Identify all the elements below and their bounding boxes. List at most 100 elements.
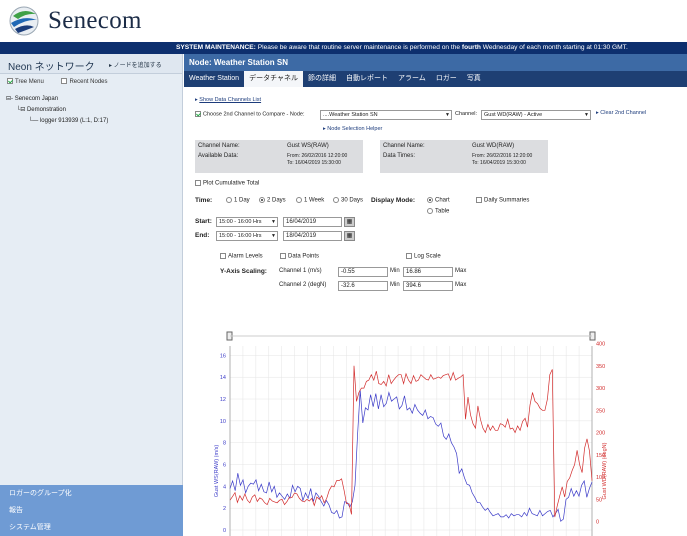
y-left-tick-label: 10 xyxy=(220,419,226,425)
log-scale-checkbox[interactable] xyxy=(406,253,412,259)
recent-nodes-option[interactable]: Recent Nodes xyxy=(61,78,115,85)
y-left-axis-label: Gust WS(RAW) (m/s) xyxy=(214,445,220,498)
footer-item-reports[interactable]: 報告 xyxy=(0,502,183,519)
compare-node-value: ....Weather Station SN xyxy=(323,112,378,118)
y-left-tick-label: 8 xyxy=(223,441,226,447)
daily-summaries-row[interactable]: Daily Summaries xyxy=(476,197,529,204)
clear-2nd-channel-text: Clear 2nd Channel xyxy=(600,110,647,116)
maintenance-emphasis: fourth xyxy=(461,44,481,51)
footer-item-logger-groups[interactable]: ロガーのグループ化 xyxy=(0,485,183,502)
time-option-2days[interactable]: 2 Days xyxy=(259,197,286,204)
tab-weather-station[interactable]: Weather Station xyxy=(184,71,244,87)
tab-data-channels[interactable]: データチャネル xyxy=(244,71,304,87)
end-time-select[interactable]: 15:00 - 16:00 Hrs ▼ xyxy=(216,231,278,241)
channel2-min-label: Min xyxy=(390,282,400,288)
chevron-down-icon: ▼ xyxy=(584,112,589,118)
tree-item-label: Demonstration xyxy=(26,107,66,113)
channel-label: Channel: xyxy=(455,111,478,117)
tab-logger[interactable]: ロガー xyxy=(431,71,462,87)
tree-item-group[interactable]: └⊟ Demonstration xyxy=(6,105,108,116)
plot-cumulative-checkbox[interactable] xyxy=(195,180,201,186)
show-channels-text: Show Data Channels List xyxy=(199,97,262,103)
y-right-tick-label: 300 xyxy=(596,386,605,392)
plot-cumulative-row[interactable]: Plot Cumulative Total xyxy=(195,180,259,187)
data-points-checkbox[interactable] xyxy=(280,253,286,259)
app-header: Senecom xyxy=(0,0,687,42)
channel1-max-input[interactable]: 16.86 xyxy=(403,267,453,277)
channel-select-value: Gust WD(RAW) - Active xyxy=(484,112,543,118)
log-scale-label: Log Scale xyxy=(414,253,441,260)
time-option-label: 2 Days xyxy=(267,197,286,204)
wind-chart: 0246810121416050100150200250300350400Gus… xyxy=(214,331,608,536)
channel1-to: To: 16/04/2019 15:30:00 xyxy=(287,160,341,166)
tab-auto-reports[interactable]: 自動レポート xyxy=(341,71,393,87)
channel1-min-label: Min xyxy=(390,268,400,274)
end-calendar-icon[interactable]: ▦ xyxy=(344,231,355,241)
display-chart-option[interactable]: Chart xyxy=(427,197,450,204)
radio-30days[interactable] xyxy=(333,197,339,203)
start-time-select[interactable]: 15:00 - 16:00 Hrs ▼ xyxy=(216,217,278,227)
display-table-label: Table xyxy=(435,208,450,215)
display-table-option[interactable]: Table xyxy=(427,208,449,215)
end-date-input[interactable]: 18/04/2019 xyxy=(283,231,342,241)
tree-branch-icon: └— xyxy=(28,118,39,124)
chevron-down-icon: ▼ xyxy=(271,219,276,225)
tab-alarms[interactable]: アラーム xyxy=(393,71,431,87)
log-scale-row[interactable]: Log Scale xyxy=(406,253,441,260)
time-option-1day[interactable]: 1 Day xyxy=(226,197,250,204)
end-time-value: 15:00 - 16:00 Hrs xyxy=(219,233,262,239)
alarm-levels-row[interactable]: Alarm Levels xyxy=(220,253,263,260)
recent-nodes-checkbox[interactable] xyxy=(61,78,68,84)
data-points-row[interactable]: Data Points xyxy=(280,253,319,260)
channel1-min-input[interactable]: -0.55 xyxy=(338,267,388,277)
maintenance-banner: SYSTEM MAINTENANCE: Please be aware that… xyxy=(0,42,687,54)
start-date-input[interactable]: 16/04/2019 xyxy=(283,217,342,227)
daily-summaries-checkbox[interactable] xyxy=(476,197,482,203)
y-right-tick-label: 200 xyxy=(596,431,605,437)
tree-expand-icon[interactable]: ⊟- xyxy=(6,96,13,102)
time-option-label: 1 Week xyxy=(304,197,325,204)
node-helper-text: Node Selection Helper xyxy=(327,126,383,132)
start-calendar-icon[interactable]: ▦ xyxy=(344,217,355,227)
radio-2days[interactable] xyxy=(259,197,265,203)
y-right-tick-label: 400 xyxy=(596,342,605,348)
time-option-30days[interactable]: 30 Days xyxy=(333,197,363,204)
tree-item-root[interactable]: ⊟- Senecom Japan xyxy=(6,94,108,105)
tree-menu-option[interactable]: Tree Menu xyxy=(7,78,52,85)
show-channels-link[interactable]: ▸ Show Data Channels List xyxy=(195,97,261,103)
time-option-1week[interactable]: 1 Week xyxy=(296,197,324,204)
daily-summaries-label: Daily Summaries xyxy=(484,197,530,204)
footer-item-system-admin[interactable]: システム管理 xyxy=(0,519,183,536)
chevron-down-icon: ▼ xyxy=(445,112,450,118)
app-root: Senecom SYSTEM MAINTENANCE: Please be aw… xyxy=(0,0,687,536)
node-helper-link[interactable]: ▸ Node Selection Helper xyxy=(323,126,382,132)
add-node-link[interactable]: ▸ ノードを追加する xyxy=(109,60,162,69)
compare-row: Choose 2nd Channel to Compare - Node: xyxy=(195,111,305,117)
channel2-name: Gust WD(RAW) xyxy=(472,143,515,149)
sidebar-title: Neon ネットワーク xyxy=(8,62,95,73)
radio-chart[interactable] xyxy=(427,197,433,203)
y-left-tick-label: 16 xyxy=(220,353,226,359)
channel-select[interactable]: Gust WD(RAW) - Active ▼ xyxy=(481,110,591,120)
radio-1week[interactable] xyxy=(296,197,302,203)
tab-node-details[interactable]: 節の詳細 xyxy=(303,71,341,87)
tab-photos[interactable]: 写真 xyxy=(462,71,486,87)
compare-checkbox[interactable] xyxy=(195,111,201,117)
node-title: Node: Weather Station SN xyxy=(184,54,687,71)
compare-label: Choose 2nd Channel to Compare - Node: xyxy=(203,111,305,118)
radio-table[interactable] xyxy=(427,208,433,214)
compare-node-select[interactable]: ....Weather Station SN ▼ xyxy=(320,110,452,120)
radio-1day[interactable] xyxy=(226,197,232,203)
tree-item-logger[interactable]: └— logger 913939 (L:1, D:17) xyxy=(6,116,108,127)
recent-nodes-label: Recent Nodes xyxy=(69,78,108,85)
channel2-min-input[interactable]: -32.6 xyxy=(338,281,388,291)
channel2-max-input[interactable]: 394.6 xyxy=(403,281,453,291)
alarm-levels-checkbox[interactable] xyxy=(220,253,226,259)
y-left-tick-label: 12 xyxy=(220,397,226,403)
clear-2nd-channel-link[interactable]: ▸ Clear 2nd Channel xyxy=(596,110,646,116)
end-label: End: xyxy=(195,232,210,239)
time-option-label: 30 Days xyxy=(341,197,364,204)
y-left-tick-label: 6 xyxy=(223,463,226,469)
channel2-times-label: Data Times: xyxy=(383,153,416,159)
tree-menu-checkbox[interactable] xyxy=(7,78,13,84)
